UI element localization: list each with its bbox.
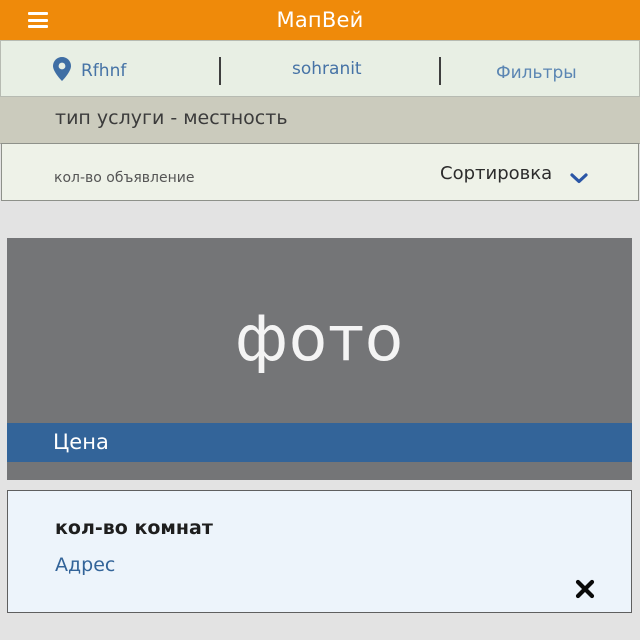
menu-line: [28, 18, 48, 22]
hamburger-menu-icon[interactable]: [28, 12, 48, 28]
listing-photo[interactable]: фото Цена: [7, 238, 632, 480]
menu-line: [28, 12, 48, 15]
location-button[interactable]: Rfhnf: [53, 41, 126, 96]
price-strip: Цена: [7, 423, 632, 462]
app-title: МапВей: [276, 8, 364, 32]
category-bar: тип услуги - местность: [0, 97, 640, 144]
listing-count-label: кол-во объявление: [54, 170, 195, 186]
close-icon[interactable]: [574, 578, 596, 600]
listing-info[interactable]: кол-во комнат Адрес: [7, 490, 632, 613]
menu-line: [28, 25, 48, 28]
nav-bar: Rfhnf sohranit Фильтры: [0, 40, 640, 97]
address-link[interactable]: Адрес: [55, 554, 115, 576]
category-title: тип услуги - местность: [55, 107, 288, 129]
location-label: Rfhnf: [81, 60, 127, 81]
sort-dropdown[interactable]: Сортировка: [440, 163, 552, 184]
app-header: МапВей: [0, 0, 640, 40]
map-pin-icon: [53, 56, 71, 81]
saved-button[interactable]: sohranit: [292, 41, 362, 98]
sort-bar: кол-во объявление Сортировка: [1, 143, 639, 201]
nav-divider: [439, 57, 441, 85]
chevron-down-icon[interactable]: [570, 169, 588, 188]
rooms-count: кол-во комнат: [55, 517, 213, 539]
filters-button[interactable]: Фильтры: [496, 41, 577, 100]
photo-placeholder: фото: [235, 302, 404, 375]
nav-divider: [219, 57, 221, 85]
price-label: Цена: [53, 430, 109, 454]
